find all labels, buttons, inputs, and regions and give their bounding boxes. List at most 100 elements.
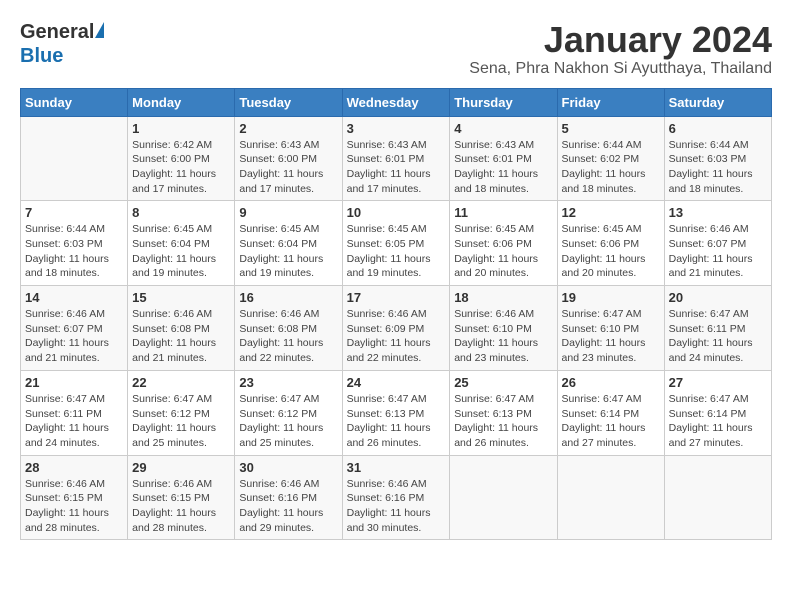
day-detail: Sunrise: 6:46 AMSunset: 6:16 PMDaylight:… bbox=[239, 477, 337, 536]
weekday-header-row: SundayMondayTuesdayWednesdayThursdayFrid… bbox=[21, 88, 772, 116]
calendar-cell: 1 Sunrise: 6:42 AMSunset: 6:00 PMDaylight… bbox=[128, 116, 235, 201]
title-block: January 2024 Sena, Phra Nakhon Si Ayutth… bbox=[469, 20, 772, 78]
calendar-cell: 22Sunrise: 6:47 AMSunset: 6:12 PMDayligh… bbox=[128, 370, 235, 455]
calendar-cell: 11Sunrise: 6:45 AMSunset: 6:06 PMDayligh… bbox=[450, 201, 557, 286]
calendar-cell bbox=[557, 455, 664, 540]
calendar-cell: 3 Sunrise: 6:43 AMSunset: 6:01 PMDaylight… bbox=[342, 116, 450, 201]
day-detail: Sunrise: 6:47 AMSunset: 6:13 PMDaylight:… bbox=[454, 392, 552, 451]
day-detail: Sunrise: 6:46 AMSunset: 6:07 PMDaylight:… bbox=[669, 222, 767, 281]
calendar-cell: 28 Sunrise: 6:46 AMSunset: 6:15 PMDayligh… bbox=[21, 455, 128, 540]
day-number: 11 bbox=[454, 205, 552, 220]
calendar-cell: 20 Sunrise: 6:47 AMSunset: 6:11 PMDayligh… bbox=[664, 286, 771, 371]
calendar-cell: 4Sunrise: 6:43 AMSunset: 6:01 PMDaylight… bbox=[450, 116, 557, 201]
day-detail: Sunrise: 6:42 AMSunset: 6:00 PMDaylight:… bbox=[132, 138, 230, 197]
calendar-week-4: 21 Sunrise: 6:47 AMSunset: 6:11 PMDayligh… bbox=[21, 370, 772, 455]
day-number: 18 bbox=[454, 290, 552, 305]
day-number: 7 bbox=[25, 205, 123, 220]
calendar-cell: 19Sunrise: 6:47 AMSunset: 6:10 PMDayligh… bbox=[557, 286, 664, 371]
calendar-body: 1 Sunrise: 6:42 AMSunset: 6:00 PMDaylight… bbox=[21, 116, 772, 540]
day-number: 6 bbox=[669, 121, 767, 136]
weekday-header-sunday: Sunday bbox=[21, 88, 128, 116]
day-number: 28 bbox=[25, 460, 123, 475]
weekday-header-tuesday: Tuesday bbox=[235, 88, 342, 116]
day-detail: Sunrise: 6:44 AMSunset: 6:02 PMDaylight:… bbox=[562, 138, 660, 197]
day-number: 30 bbox=[239, 460, 337, 475]
day-detail: Sunrise: 6:46 AMSunset: 6:07 PMDaylight:… bbox=[25, 307, 123, 366]
calendar-cell: 17Sunrise: 6:46 AMSunset: 6:09 PMDayligh… bbox=[342, 286, 450, 371]
calendar-cell: 23Sunrise: 6:47 AMSunset: 6:12 PMDayligh… bbox=[235, 370, 342, 455]
day-number: 13 bbox=[669, 205, 767, 220]
calendar-cell: 13 Sunrise: 6:46 AMSunset: 6:07 PMDayligh… bbox=[664, 201, 771, 286]
day-detail: Sunrise: 6:46 AMSunset: 6:08 PMDaylight:… bbox=[132, 307, 230, 366]
day-number: 2 bbox=[239, 121, 337, 136]
day-detail: Sunrise: 6:47 AMSunset: 6:14 PMDaylight:… bbox=[669, 392, 767, 451]
day-number: 21 bbox=[25, 375, 123, 390]
day-detail: Sunrise: 6:46 AMSunset: 6:15 PMDaylight:… bbox=[25, 477, 123, 536]
calendar-cell: 8 Sunrise: 6:45 AMSunset: 6:04 PMDaylight… bbox=[128, 201, 235, 286]
day-detail: Sunrise: 6:46 AMSunset: 6:08 PMDaylight:… bbox=[239, 307, 337, 366]
day-number: 23 bbox=[239, 375, 337, 390]
month-title: January 2024 bbox=[469, 20, 772, 60]
calendar-cell: 12 Sunrise: 6:45 AMSunset: 6:06 PMDayligh… bbox=[557, 201, 664, 286]
day-number: 4 bbox=[454, 121, 552, 136]
logo-general-text: General bbox=[20, 20, 94, 44]
calendar-week-1: 1 Sunrise: 6:42 AMSunset: 6:00 PMDaylight… bbox=[21, 116, 772, 201]
day-detail: Sunrise: 6:47 AMSunset: 6:13 PMDaylight:… bbox=[347, 392, 446, 451]
location-title: Sena, Phra Nakhon Si Ayutthaya, Thailand bbox=[469, 60, 772, 78]
day-detail: Sunrise: 6:44 AMSunset: 6:03 PMDaylight:… bbox=[669, 138, 767, 197]
day-number: 5 bbox=[562, 121, 660, 136]
day-detail: Sunrise: 6:46 AMSunset: 6:16 PMDaylight:… bbox=[347, 477, 446, 536]
calendar-cell bbox=[21, 116, 128, 201]
day-detail: Sunrise: 6:45 AMSunset: 6:04 PMDaylight:… bbox=[132, 222, 230, 281]
day-number: 31 bbox=[347, 460, 446, 475]
day-number: 8 bbox=[132, 205, 230, 220]
calendar-cell: 25Sunrise: 6:47 AMSunset: 6:13 PMDayligh… bbox=[450, 370, 557, 455]
day-number: 26 bbox=[562, 375, 660, 390]
day-number: 1 bbox=[132, 121, 230, 136]
day-number: 29 bbox=[132, 460, 230, 475]
calendar-cell: 2 Sunrise: 6:43 AMSunset: 6:00 PMDaylight… bbox=[235, 116, 342, 201]
day-detail: Sunrise: 6:46 AMSunset: 6:10 PMDaylight:… bbox=[454, 307, 552, 366]
day-number: 14 bbox=[25, 290, 123, 305]
calendar-cell: 30 Sunrise: 6:46 AMSunset: 6:16 PMDayligh… bbox=[235, 455, 342, 540]
calendar-cell: 18 Sunrise: 6:46 AMSunset: 6:10 PMDayligh… bbox=[450, 286, 557, 371]
calendar-cell: 27 Sunrise: 6:47 AMSunset: 6:14 PMDayligh… bbox=[664, 370, 771, 455]
calendar-week-5: 28 Sunrise: 6:46 AMSunset: 6:15 PMDayligh… bbox=[21, 455, 772, 540]
day-number: 19 bbox=[562, 290, 660, 305]
logo-triangle-icon bbox=[95, 22, 104, 38]
day-number: 10 bbox=[347, 205, 446, 220]
day-detail: Sunrise: 6:47 AMSunset: 6:11 PMDaylight:… bbox=[25, 392, 123, 451]
day-detail: Sunrise: 6:45 AMSunset: 6:06 PMDaylight:… bbox=[562, 222, 660, 281]
calendar-table: SundayMondayTuesdayWednesdayThursdayFrid… bbox=[20, 88, 772, 541]
calendar-cell: 21 Sunrise: 6:47 AMSunset: 6:11 PMDayligh… bbox=[21, 370, 128, 455]
calendar-cell: 14 Sunrise: 6:46 AMSunset: 6:07 PMDayligh… bbox=[21, 286, 128, 371]
calendar-week-2: 7Sunrise: 6:44 AMSunset: 6:03 PMDaylight… bbox=[21, 201, 772, 286]
weekday-header-thursday: Thursday bbox=[450, 88, 557, 116]
day-detail: Sunrise: 6:43 AMSunset: 6:00 PMDaylight:… bbox=[239, 138, 337, 197]
day-detail: Sunrise: 6:45 AMSunset: 6:05 PMDaylight:… bbox=[347, 222, 446, 281]
day-number: 3 bbox=[347, 121, 446, 136]
weekday-header-wednesday: Wednesday bbox=[342, 88, 450, 116]
day-detail: Sunrise: 6:46 AMSunset: 6:15 PMDaylight:… bbox=[132, 477, 230, 536]
day-detail: Sunrise: 6:47 AMSunset: 6:12 PMDaylight:… bbox=[132, 392, 230, 451]
logo-blue-text: Blue bbox=[20, 45, 63, 67]
calendar-week-3: 14 Sunrise: 6:46 AMSunset: 6:07 PMDayligh… bbox=[21, 286, 772, 371]
day-detail: Sunrise: 6:43 AMSunset: 6:01 PMDaylight:… bbox=[347, 138, 446, 197]
calendar-cell: 31 Sunrise: 6:46 AMSunset: 6:16 PMDayligh… bbox=[342, 455, 450, 540]
calendar-cell bbox=[450, 455, 557, 540]
day-number: 12 bbox=[562, 205, 660, 220]
calendar-cell: 15 Sunrise: 6:46 AMSunset: 6:08 PMDayligh… bbox=[128, 286, 235, 371]
day-number: 27 bbox=[669, 375, 767, 390]
calendar-cell: 29 Sunrise: 6:46 AMSunset: 6:15 PMDayligh… bbox=[128, 455, 235, 540]
calendar-cell: 24 Sunrise: 6:47 AMSunset: 6:13 PMDayligh… bbox=[342, 370, 450, 455]
weekday-header-monday: Monday bbox=[128, 88, 235, 116]
day-number: 20 bbox=[669, 290, 767, 305]
day-detail: Sunrise: 6:47 AMSunset: 6:11 PMDaylight:… bbox=[669, 307, 767, 366]
day-number: 15 bbox=[132, 290, 230, 305]
calendar-cell: 10 Sunrise: 6:45 AMSunset: 6:05 PMDayligh… bbox=[342, 201, 450, 286]
calendar-cell: 9Sunrise: 6:45 AMSunset: 6:04 PMDaylight… bbox=[235, 201, 342, 286]
logo: General Blue bbox=[20, 20, 105, 68]
calendar-header: SundayMondayTuesdayWednesdayThursdayFrid… bbox=[21, 88, 772, 116]
day-number: 24 bbox=[347, 375, 446, 390]
weekday-header-saturday: Saturday bbox=[664, 88, 771, 116]
